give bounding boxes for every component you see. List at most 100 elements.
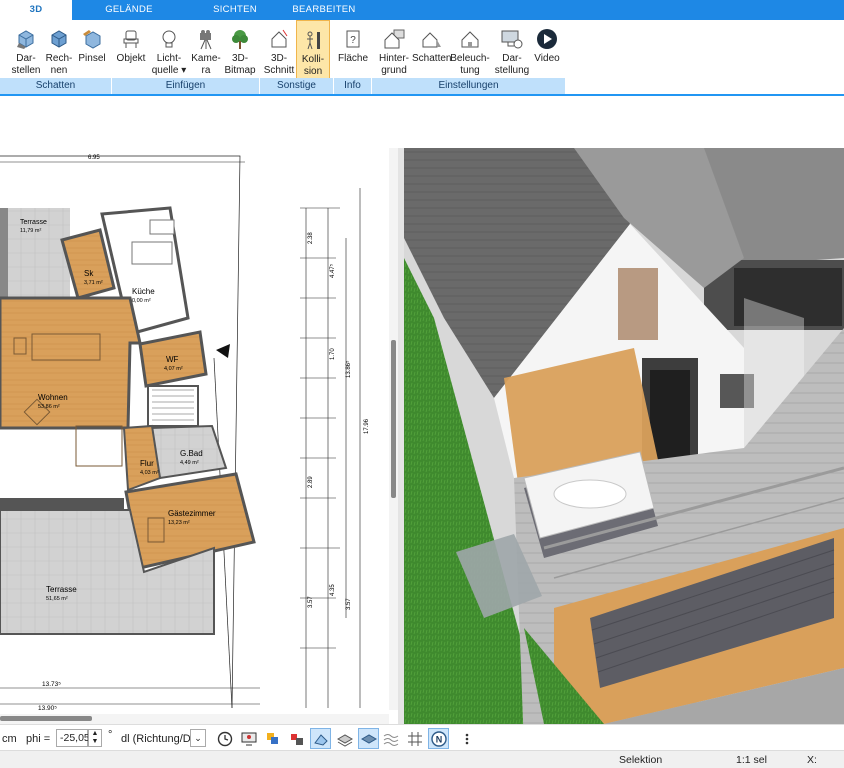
dim-v8: 13.86⁵ — [345, 360, 352, 378]
palette-cube-icon[interactable] — [286, 728, 307, 749]
lichtquelle-button[interactable]: Licht- quelle ▾ — [150, 20, 188, 84]
dim-v9: 17.96 — [364, 418, 370, 434]
north-compass-icon[interactable]: N — [428, 728, 449, 749]
svg-text:?: ? — [350, 35, 356, 46]
dim-v7: 3.57 — [346, 598, 352, 610]
tree-icon — [232, 30, 248, 49]
pencil-plane-icon[interactable] — [310, 728, 331, 749]
room-wf-name: WF — [166, 355, 179, 364]
dim-v2: 4.47⁵ — [329, 263, 336, 278]
room-gbad-name: G.Bad — [180, 449, 203, 458]
solid-plane-icon[interactable] — [358, 728, 379, 749]
tab-gelaende[interactable]: GELÄNDE — [88, 0, 170, 20]
wave-lines-icon[interactable] — [380, 728, 401, 749]
floor-plan-view[interactable]: 6.95 13.73⁵ 13.90⁵ Terrasse 11,79 m² Sk … — [0, 148, 398, 724]
monitor-gear-icon — [501, 30, 523, 49]
tab-sichten[interactable]: SICHTEN — [196, 0, 274, 20]
room-terrasse-bottom-name: Terrasse — [46, 585, 77, 594]
floor-plan-canvas[interactable]: 6.95 13.73⁵ 13.90⁵ Terrasse 11,79 m² Sk … — [0, 148, 398, 724]
pinsel-button[interactable]: Pinsel — [76, 20, 108, 84]
play-icon — [537, 29, 557, 49]
dim-top: 6.95 — [88, 155, 100, 161]
dim-v1: 2.38 — [308, 232, 314, 244]
house-shadow-icon — [422, 32, 441, 48]
room-gbad-area: 4,49 m² — [180, 460, 199, 466]
status-bar: Selektion 1:1 sel X: — [0, 750, 844, 768]
dim-v3: 1.70 — [330, 348, 336, 360]
hintergrund-button[interactable]: Hinter- grund — [376, 20, 412, 84]
tab-bearbeiten[interactable]: BEARBEITEN — [284, 0, 364, 20]
plan-horizontal-scroll-thumb[interactable] — [0, 716, 92, 721]
room-sk-name: Sk — [84, 269, 94, 278]
room-terrasse-bottom-area: 51,65 m² — [46, 596, 68, 602]
clock-icon[interactable] — [214, 728, 235, 749]
room-gaestezimmer-area: 13,23 m² — [168, 520, 190, 526]
status-mode: Selektion — [619, 754, 663, 766]
house-light-icon — [461, 31, 479, 48]
room-flur-area: 4,03 m² — [140, 470, 159, 476]
dim-v4: 2.89 — [308, 476, 314, 488]
room-wohnen-area: 53,86 m² — [38, 404, 60, 410]
flaeche-button[interactable]: ? Fläche — [336, 20, 370, 84]
phi-input[interactable]: -25,05 — [56, 729, 90, 747]
status-x-label: X: — [807, 754, 817, 766]
phi-label: phi = — [26, 733, 51, 745]
texture-stack-icon[interactable] — [334, 728, 355, 749]
kollision-button[interactable]: Kolli- sion — [296, 20, 330, 84]
layers-color-icon[interactable] — [262, 728, 283, 749]
group-sonstige: Sonstige — [260, 78, 334, 94]
status-scale: 1:1 sel — [736, 754, 767, 766]
dim-bottom-2: 13.90⁵ — [38, 705, 57, 712]
room-sk-area: 3,71 m² — [84, 280, 103, 286]
area-info-icon: ? — [346, 30, 360, 48]
group-schatten: Schatten — [0, 78, 112, 94]
bitmap3d-button[interactable]: 3D- Bitmap — [222, 20, 258, 84]
3d-render-canvas[interactable] — [404, 148, 844, 724]
direction-dropdown-chevron-icon[interactable]: ⌄ — [190, 729, 206, 747]
more-options-icon[interactable] — [456, 728, 477, 749]
schnitt3d-button[interactable]: 3D- Schnitt — [262, 20, 296, 84]
room-terrasse-top-area: 11,79 m² — [20, 228, 41, 234]
person-icon — [307, 31, 320, 50]
direction-label: dl (Richtung/Di — [121, 733, 194, 745]
brush-cube-icon — [83, 30, 101, 49]
house-section-icon — [271, 29, 288, 48]
grid-icon[interactable] — [404, 728, 425, 749]
video-button[interactable]: Video — [532, 20, 562, 84]
ribbon-tabs: 3D GELÄNDE SICHTEN BEARBEITEN — [0, 0, 844, 20]
objekt-button[interactable]: Objekt — [114, 20, 148, 84]
3d-view[interactable] — [404, 148, 844, 724]
phi-spinner[interactable]: ▲ ▼ — [88, 729, 102, 747]
schatten-settings-button[interactable]: Schatten — [412, 20, 451, 84]
camera-icon — [200, 30, 212, 50]
plan-vertical-scroll-thumb[interactable] — [391, 340, 396, 498]
room-kueche-area: 0,00 m² — [132, 298, 151, 304]
chair-icon — [123, 30, 139, 48]
room-kueche-name: Küche — [132, 287, 155, 296]
darstellung-button[interactable]: Dar- stellung — [492, 20, 532, 84]
rechnen-button[interactable]: Rech- nen — [44, 20, 74, 84]
lightbulb-icon — [162, 30, 176, 48]
screen-person-icon[interactable] — [238, 728, 259, 749]
render-cube-icon — [51, 30, 67, 48]
beleuchtung-button[interactable]: Beleuch- tung — [450, 20, 490, 84]
group-einfuegen: Einfügen — [112, 78, 260, 94]
group-einstellungen: Einstellungen — [372, 78, 566, 94]
degree-label: ° — [108, 729, 113, 741]
ribbon-bottom-line — [0, 94, 844, 96]
dim-v5: 3.57 — [308, 596, 314, 608]
kamera-button[interactable]: Kame- ra — [190, 20, 222, 84]
room-wohnen-name: Wohnen — [38, 393, 68, 402]
group-info: Info — [334, 78, 372, 94]
dim-v6: 4.35 — [330, 584, 336, 596]
room-flur-name: Flur — [140, 459, 154, 468]
shaded-cube-icon — [17, 30, 34, 49]
bottom-toolbar: cm phi = -25,05 ▲ ▼ ° dl (Richtung/Di ⌄ N — [0, 724, 844, 751]
darstellen-button[interactable]: Dar- stellen — [8, 20, 44, 84]
tab-3d[interactable]: 3D — [0, 0, 72, 20]
room-terrasse-top-name: Terrasse — [20, 219, 47, 226]
room-gaestezimmer-name: Gästezimmer — [168, 509, 216, 518]
workspace: 6.95 13.73⁵ 13.90⁵ Terrasse 11,79 m² Sk … — [0, 148, 844, 724]
svg-text:N: N — [435, 734, 442, 744]
house-background-icon — [384, 29, 405, 49]
